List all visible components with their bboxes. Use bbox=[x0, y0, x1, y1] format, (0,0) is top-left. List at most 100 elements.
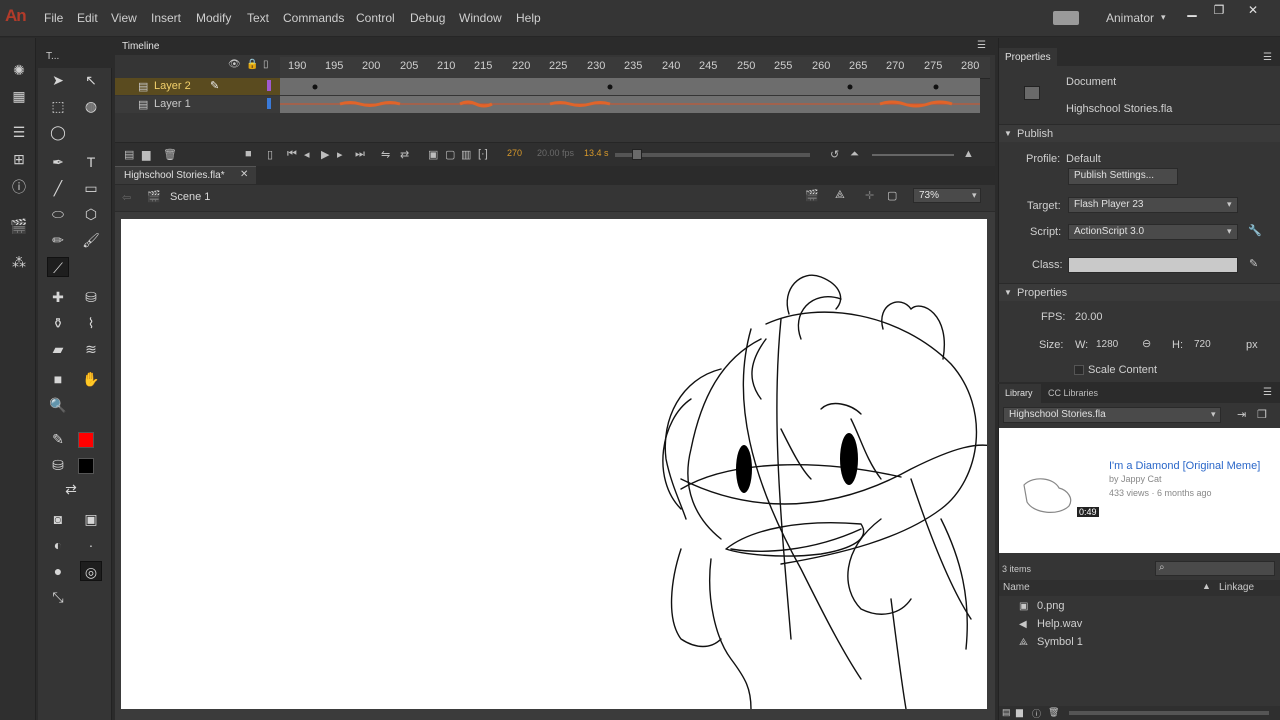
library-item[interactable]: 0.png bbox=[1037, 600, 1065, 612]
chevron-down-icon[interactable]: ▾ bbox=[972, 190, 977, 201]
tilt-icon[interactable]: ⤡ bbox=[47, 587, 69, 607]
zoom-value[interactable]: 73% bbox=[919, 190, 939, 201]
menu-insert[interactable]: Insert bbox=[151, 11, 181, 25]
onion-skin-icon[interactable]: ▣ bbox=[428, 148, 438, 161]
color-wheel-icon[interactable]: ✺ bbox=[9, 62, 29, 80]
frame-rate[interactable]: 20.00 fps bbox=[537, 148, 574, 158]
timeline-tab[interactable]: Timeline bbox=[122, 41, 159, 52]
pen-tool-icon[interactable]: ✒ bbox=[47, 152, 69, 172]
layer-color-indicator[interactable] bbox=[267, 98, 271, 109]
library-tab[interactable]: Library bbox=[999, 384, 1041, 403]
step-back-icon[interactable]: ◂ bbox=[304, 148, 310, 161]
frame-grid[interactable] bbox=[280, 78, 980, 113]
step-forward-icon[interactable]: ▸ bbox=[337, 148, 343, 161]
info-icon[interactable]: ⓘ bbox=[9, 177, 29, 195]
minimize-icon[interactable]: ▁ bbox=[1183, 3, 1201, 17]
target-select[interactable]: Flash Player 23 bbox=[1068, 197, 1238, 213]
document-tab[interactable]: Highschool Stories.fla* ✕ bbox=[115, 166, 256, 184]
go-last-frame-icon[interactable]: ⏭ bbox=[355, 148, 365, 161]
align-icon[interactable]: ☰ bbox=[9, 124, 29, 142]
new-folder-icon[interactable]: ▆ bbox=[142, 148, 150, 161]
chevron-down-icon[interactable]: ▾ bbox=[1227, 226, 1232, 237]
column-name[interactable]: Name bbox=[1003, 582, 1030, 593]
properties-icon[interactable]: ⓘ bbox=[1032, 707, 1041, 720]
library-search-input[interactable]: ⌕ bbox=[1155, 561, 1275, 576]
scroll-to-playhead-icon[interactable]: ⏶ bbox=[850, 148, 859, 161]
play-icon[interactable]: ▶ bbox=[321, 148, 329, 161]
menu-file[interactable]: File bbox=[44, 11, 63, 25]
fill-color-swatch[interactable] bbox=[78, 458, 94, 474]
link-icon[interactable]: ⊖ bbox=[1142, 337, 1151, 350]
edit-symbol-icon[interactable]: ⟁ bbox=[835, 189, 845, 202]
menu-window[interactable]: Window bbox=[459, 11, 502, 25]
clip-content-icon[interactable]: ▢ bbox=[887, 189, 897, 202]
library-item[interactable]: Symbol 1 bbox=[1037, 636, 1083, 648]
timeline-zoom-slider[interactable] bbox=[872, 154, 954, 156]
center-stage-icon[interactable]: ✛ bbox=[865, 189, 874, 202]
camera-tool-icon[interactable]: ■ bbox=[47, 369, 69, 389]
layer-name[interactable]: Layer 2 bbox=[154, 80, 191, 92]
transform-icon[interactable]: ⊞ bbox=[9, 151, 29, 169]
fps-value[interactable]: 20.00 bbox=[1075, 311, 1103, 323]
loop-icon[interactable]: ⇋ bbox=[381, 148, 390, 161]
new-library-icon[interactable]: ❐ bbox=[1257, 408, 1267, 421]
stroke-color-icon[interactable]: ✎ bbox=[47, 429, 69, 449]
swap-colors-icon[interactable]: ⇄ bbox=[60, 479, 82, 499]
brush-mode-icon[interactable]: ◐ bbox=[47, 535, 69, 555]
back-arrow-icon[interactable]: ⇦ bbox=[122, 191, 131, 204]
3d-rotation-tool-icon[interactable]: ◍ bbox=[80, 96, 102, 116]
modify-onion-markers-icon[interactable]: [·] bbox=[478, 148, 488, 160]
panel-menu-icon[interactable]: ☰ bbox=[1263, 387, 1272, 398]
properties-tab-label[interactable]: Properties bbox=[1005, 52, 1051, 63]
library-item[interactable]: Help.wav bbox=[1037, 618, 1082, 630]
menu-modify[interactable]: Modify bbox=[196, 11, 231, 25]
new-layer-icon[interactable]: ▤ bbox=[124, 148, 134, 161]
ink-bottle-tool-icon[interactable]: ⚱ bbox=[47, 313, 69, 333]
document-tab-label[interactable]: Highschool Stories.fla* bbox=[124, 170, 225, 181]
pencil-tool-icon[interactable]: ✏ bbox=[47, 230, 69, 250]
publish-section[interactable]: ▼ Publish bbox=[999, 124, 1280, 142]
sort-icon[interactable]: ▲ bbox=[1202, 581, 1211, 591]
brush-tool-icon[interactable]: ⟋ bbox=[47, 257, 69, 277]
pencil-icon[interactable]: ✎ bbox=[1249, 257, 1258, 270]
class-input[interactable] bbox=[1068, 257, 1238, 273]
layer-name[interactable]: Layer 1 bbox=[154, 98, 191, 110]
menu-help[interactable]: Help bbox=[516, 11, 541, 25]
elapsed-time[interactable]: 13.4 s bbox=[584, 148, 609, 158]
collapse-icon[interactable]: ▼ bbox=[1004, 288, 1012, 297]
menu-commands[interactable]: Commands bbox=[283, 11, 344, 25]
paint-bucket-tool-icon[interactable]: ⛁ bbox=[80, 287, 102, 307]
library-scrollbar[interactable] bbox=[1069, 711, 1269, 715]
brush-size-icon[interactable]: · bbox=[80, 535, 102, 555]
script-select[interactable]: ActionScript 3.0 bbox=[1068, 224, 1238, 240]
bone-tool-icon[interactable]: ✚ bbox=[47, 287, 69, 307]
menu-debug[interactable]: Debug bbox=[410, 11, 445, 25]
menu-view[interactable]: View bbox=[111, 11, 137, 25]
layer-color-indicator[interactable] bbox=[267, 80, 271, 91]
workspace-switcher[interactable]: Animator bbox=[1106, 11, 1154, 25]
mountain-icon[interactable]: ▲ bbox=[963, 148, 974, 160]
delete-icon[interactable]: 🗑 bbox=[1048, 707, 1059, 718]
close-icon[interactable]: ✕ bbox=[1244, 3, 1262, 17]
stroke-color-swatch[interactable] bbox=[78, 432, 94, 448]
zoom-tool-icon[interactable]: 🔍 bbox=[47, 395, 69, 415]
scene-icon[interactable]: 🎬 bbox=[9, 218, 29, 236]
scrollbar-thumb[interactable] bbox=[632, 149, 642, 160]
menu-text[interactable]: Text bbox=[247, 11, 269, 25]
object-drawing-icon[interactable]: ◙ bbox=[47, 509, 69, 529]
paint-brush-tool-icon[interactable]: 🖌 bbox=[80, 230, 102, 250]
publish-section-label[interactable]: Publish bbox=[1017, 128, 1053, 140]
oval-tool-icon[interactable]: ⬭ bbox=[47, 204, 69, 224]
new-symbol-icon[interactable]: ▤ bbox=[1002, 707, 1011, 718]
properties-section[interactable]: ▼ Properties bbox=[999, 283, 1280, 301]
show-hide-icon[interactable]: 👁 bbox=[228, 59, 241, 70]
properties-section-label[interactable]: Properties bbox=[1017, 287, 1067, 299]
chevron-down-icon[interactable]: ▾ bbox=[1211, 409, 1216, 420]
width-value[interactable]: 1280 bbox=[1096, 339, 1118, 350]
pin-icon[interactable]: ⇥ bbox=[1237, 408, 1246, 421]
undo-icon[interactable]: ↺ bbox=[830, 148, 839, 161]
library-tab-label[interactable]: Library bbox=[1005, 388, 1033, 398]
timeline-scrollbar[interactable] bbox=[615, 153, 810, 157]
lasso-tool-icon[interactable]: ◯ bbox=[47, 122, 69, 142]
pressure-icon[interactable]: ◎ bbox=[80, 561, 102, 581]
